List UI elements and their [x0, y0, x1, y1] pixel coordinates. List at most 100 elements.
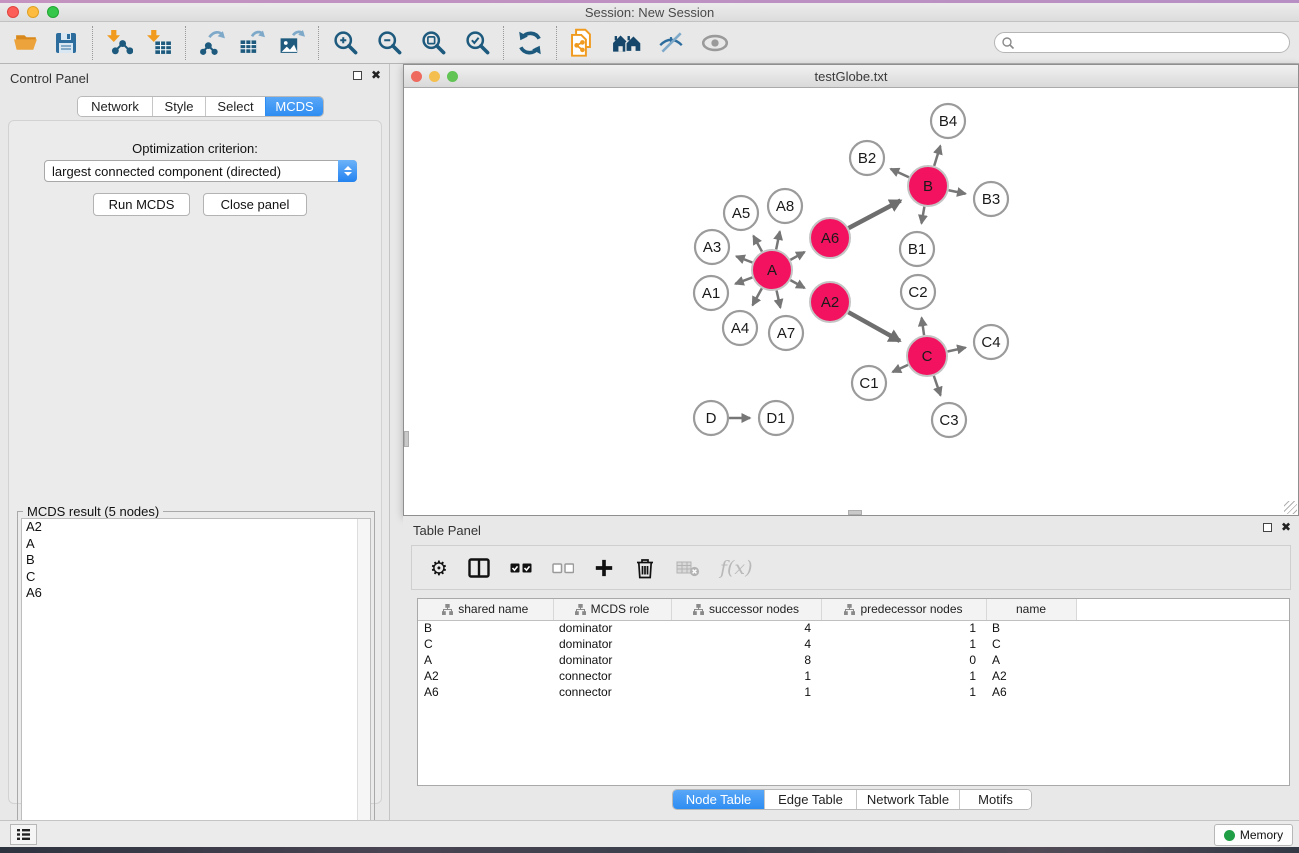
tab-node-table[interactable]: Node Table	[673, 790, 764, 809]
cell[interactable]: 0	[821, 652, 986, 668]
cell[interactable]: 1	[821, 636, 986, 652]
tab-network[interactable]: Network	[78, 97, 152, 116]
float-panel-icon[interactable]	[1263, 523, 1272, 532]
result-item[interactable]: C	[22, 569, 370, 586]
cell[interactable]: dominator	[553, 620, 671, 636]
edge-A-A4[interactable]	[753, 288, 762, 305]
resize-grip[interactable]	[1284, 501, 1297, 514]
run-mcds-button[interactable]: Run MCDS	[93, 193, 190, 216]
node-A4[interactable]: A4	[723, 311, 757, 345]
select-all-columns-button[interactable]	[510, 553, 532, 583]
edge-B-B3[interactable]	[949, 190, 966, 194]
node-A5[interactable]: A5	[724, 196, 758, 230]
table-row[interactable]: A2connector11A2	[418, 668, 1289, 684]
edge-C-C3[interactable]	[934, 376, 941, 396]
result-item[interactable]: B	[22, 552, 370, 569]
node-C[interactable]: C	[907, 336, 947, 376]
cell[interactable]: 1	[821, 668, 986, 684]
cell[interactable]: dominator	[553, 636, 671, 652]
edge-C-C1[interactable]	[893, 365, 908, 372]
import-table-button[interactable]	[143, 27, 175, 59]
zoom-fit-button[interactable]	[417, 27, 449, 59]
edge-B-B2[interactable]	[891, 169, 909, 177]
task-history-button[interactable]	[10, 824, 37, 845]
node-D1[interactable]: D1	[759, 401, 793, 435]
delete-column-button[interactable]	[634, 553, 656, 583]
mcds-result-list[interactable]: A2ABCA6	[21, 518, 371, 849]
tab-edge-table[interactable]: Edge Table	[764, 790, 856, 809]
cell[interactable]: 8	[671, 652, 821, 668]
add-column-button[interactable]	[594, 553, 614, 583]
memory-button[interactable]: Memory	[1214, 824, 1293, 846]
tab-network-table[interactable]: Network Table	[856, 790, 959, 809]
cell[interactable]: A2	[418, 668, 553, 684]
node-C4[interactable]: C4	[974, 325, 1008, 359]
vertical-scrollbar-thumb[interactable]	[404, 431, 409, 447]
tab-select[interactable]: Select	[205, 97, 265, 116]
cell[interactable]: C	[986, 636, 1076, 652]
edge-A6-B[interactable]	[849, 201, 901, 229]
column-header-successor-nodes[interactable]: successor nodes	[671, 599, 821, 620]
column-header-predecessor-nodes[interactable]: predecessor nodes	[821, 599, 986, 620]
hide-selected-button[interactable]	[655, 27, 687, 59]
node-A7[interactable]: A7	[769, 316, 803, 350]
edge-A-A8[interactable]	[776, 231, 780, 249]
close-panel-icon[interactable]: ✖	[1281, 522, 1291, 532]
result-item[interactable]: A2	[22, 519, 370, 536]
cell[interactable]: 1	[821, 620, 986, 636]
cell[interactable]: 4	[671, 620, 821, 636]
network-canvas[interactable]: AA1A2A3A4A5A6A7A8BB1B2B3B4CC1C2C3C4DD1	[404, 88, 1298, 515]
node-C2[interactable]: C2	[901, 275, 935, 309]
edge-A-A3[interactable]	[736, 256, 752, 262]
cell[interactable]: B	[418, 620, 553, 636]
node-A1[interactable]: A1	[694, 276, 728, 310]
node-B2[interactable]: B2	[850, 141, 884, 175]
show-all-button[interactable]	[699, 27, 731, 59]
cell[interactable]: dominator	[553, 652, 671, 668]
node-table[interactable]: shared nameMCDS rolesuccessor nodesprede…	[417, 598, 1290, 786]
table-row[interactable]: Cdominator41C	[418, 636, 1289, 652]
edge-A2-C[interactable]	[848, 312, 900, 341]
cell[interactable]: B	[986, 620, 1076, 636]
export-network-button[interactable]	[196, 27, 228, 59]
edge-C-C2[interactable]	[922, 318, 924, 335]
criterion-select[interactable]: largest connected component (directed)	[44, 160, 357, 182]
cell[interactable]: A6	[418, 684, 553, 700]
column-header-name[interactable]: name	[986, 599, 1076, 620]
result-scrollbar[interactable]	[357, 519, 370, 848]
table-row[interactable]: Bdominator41B	[418, 620, 1289, 636]
edge-A-A1[interactable]	[735, 277, 752, 283]
edge-B-B1[interactable]	[921, 207, 924, 224]
tab-mcds[interactable]: MCDS	[265, 97, 323, 116]
cell[interactable]: 1	[671, 684, 821, 700]
table-row[interactable]: Adominator80A	[418, 652, 1289, 668]
node-D[interactable]: D	[694, 401, 728, 435]
node-B1[interactable]: B1	[900, 232, 934, 266]
function-builder-button[interactable]: f(x)	[720, 553, 753, 583]
cell[interactable]: A	[418, 652, 553, 668]
export-table-button[interactable]	[236, 27, 268, 59]
table-row[interactable]: A6connector11A6	[418, 684, 1289, 700]
edge-B-B4[interactable]	[934, 146, 940, 166]
cell[interactable]: 1	[671, 668, 821, 684]
close-panel-button[interactable]: Close panel	[203, 193, 307, 216]
node-A3[interactable]: A3	[695, 230, 729, 264]
close-panel-icon[interactable]: ✖	[371, 70, 381, 80]
new-network-button[interactable]	[567, 27, 599, 59]
cell[interactable]: A2	[986, 668, 1076, 684]
cell[interactable]: 4	[671, 636, 821, 652]
result-item[interactable]: A6	[22, 585, 370, 602]
node-B3[interactable]: B3	[974, 182, 1008, 216]
tab-motifs[interactable]: Motifs	[959, 790, 1031, 809]
delete-table-button[interactable]	[676, 553, 700, 583]
export-image-button[interactable]	[276, 27, 308, 59]
cell[interactable]: C	[418, 636, 553, 652]
node-A6[interactable]: A6	[810, 218, 850, 258]
node-A[interactable]: A	[752, 250, 792, 290]
search-field[interactable]	[994, 32, 1290, 53]
zoom-selected-button[interactable]	[461, 27, 493, 59]
node-C3[interactable]: C3	[932, 403, 966, 437]
result-item[interactable]: A	[22, 536, 370, 553]
cell[interactable]: A6	[986, 684, 1076, 700]
save-session-button[interactable]	[50, 27, 82, 59]
